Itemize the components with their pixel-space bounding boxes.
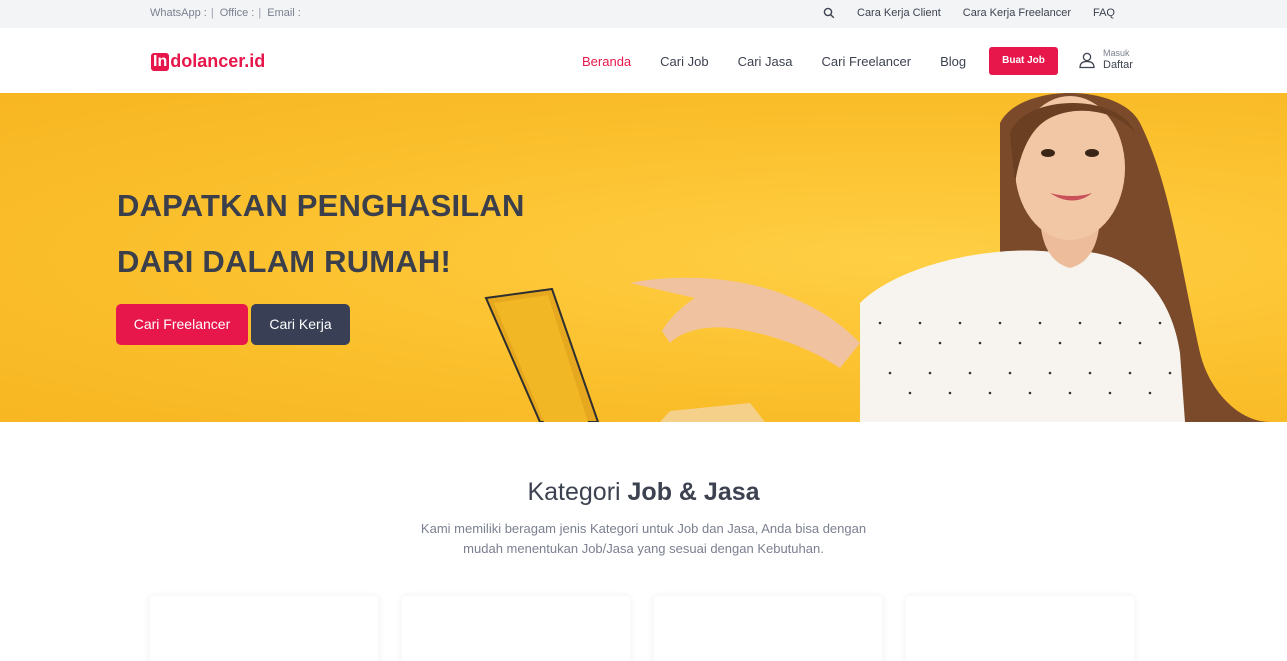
buat-job-button[interactable]: Buat Job: [989, 47, 1058, 75]
main-header: In dolancer.id Beranda Cari Job Cari Jas…: [0, 28, 1287, 93]
nav-cari-freelancer[interactable]: Cari Freelancer: [822, 54, 912, 69]
nav-blog[interactable]: Blog: [940, 54, 966, 69]
faq-link[interactable]: FAQ: [1093, 7, 1115, 19]
account-menu[interactable]: Masuk Daftar: [1078, 48, 1133, 72]
whatsapp-label[interactable]: WhatsApp :: [150, 7, 207, 19]
categories-description: Kami memiliki beragam jenis Kategori unt…: [420, 521, 867, 556]
hero-woman-laptop-image: [484, 93, 1270, 422]
separator: |: [210, 7, 214, 19]
hero-headline-line2: DARI DALAM RUMAH!: [117, 244, 452, 279]
hero-headline-line1: DAPATKAN PENGHASILAN: [117, 188, 525, 223]
site-logo[interactable]: In dolancer.id: [151, 51, 265, 72]
logo-text: dolancer.id: [170, 51, 266, 71]
hero-banner: DAPATKAN PENGHASILAN DARI DALAM RUMAH! C…: [0, 93, 1287, 422]
search-icon[interactable]: [823, 7, 835, 19]
top-links: Cara Kerja Client Cara Kerja Freelancer …: [823, 7, 1115, 19]
account-labels: Masuk Daftar: [1103, 48, 1133, 72]
categories-title: Kategori Job & Jasa: [0, 478, 1287, 507]
categories-title-bold: Job & Jasa: [627, 478, 760, 506]
top-bar: WhatsApp : | Office : | Email : Cara Ker…: [0, 0, 1287, 28]
nav-beranda[interactable]: Beranda: [582, 54, 631, 69]
cari-freelancer-button[interactable]: Cari Freelancer: [116, 304, 248, 345]
email-label[interactable]: Email :: [267, 7, 301, 19]
category-card[interactable]: [906, 596, 1134, 661]
cara-kerja-client-link[interactable]: Cara Kerja Client: [857, 7, 941, 19]
masuk-link[interactable]: Masuk: [1103, 48, 1133, 59]
hero-headline: DAPATKAN PENGHASILAN DARI DALAM RUMAH!: [117, 178, 525, 290]
category-cards: [150, 596, 1134, 661]
category-card[interactable]: [654, 596, 882, 661]
nav-cari-jasa[interactable]: Cari Jasa: [738, 54, 793, 69]
category-card[interactable]: [402, 596, 630, 661]
cara-kerja-freelancer-link[interactable]: Cara Kerja Freelancer: [963, 7, 1071, 19]
category-card[interactable]: [150, 596, 378, 661]
contact-info: WhatsApp : | Office : | Email :: [150, 7, 305, 19]
user-icon: [1079, 52, 1095, 69]
office-label[interactable]: Office :: [220, 7, 255, 19]
main-nav: Beranda Cari Job Cari Jasa Cari Freelanc…: [582, 54, 995, 69]
cari-kerja-button[interactable]: Cari Kerja: [251, 304, 350, 345]
logo-badge: In: [151, 52, 170, 71]
categories-title-light: Kategori: [527, 478, 621, 506]
daftar-link[interactable]: Daftar: [1103, 59, 1133, 72]
separator: |: [258, 7, 262, 19]
nav-cari-job[interactable]: Cari Job: [660, 54, 708, 69]
